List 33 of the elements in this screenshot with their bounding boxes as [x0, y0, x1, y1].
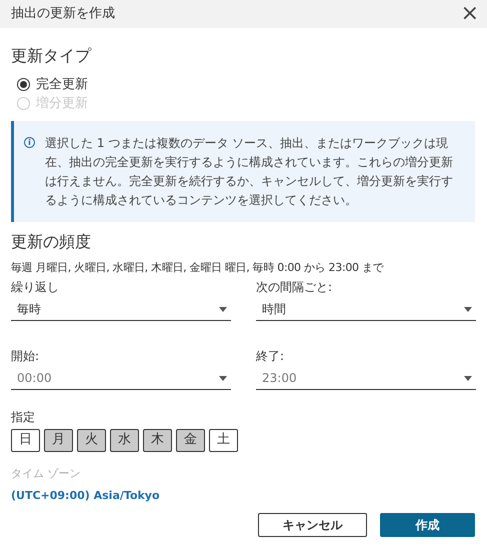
field-label: 次の間隔ごと: [256, 278, 334, 294]
close-button[interactable]: × [458, 3, 481, 25]
radio-option[interactable]: 完全更新 [17, 76, 476, 93]
day-toggle[interactable]: 木 [143, 428, 172, 452]
info-icon: i [24, 137, 35, 148]
day-toggle[interactable]: 水 [110, 428, 139, 452]
field-label: 繰り返し [11, 278, 60, 294]
dropdown[interactable]: 00:00 [11, 368, 231, 390]
radio-option: 増分更新 [17, 95, 476, 112]
day-toggle[interactable]: 土 [209, 428, 238, 452]
field-label: 指定 [11, 408, 36, 426]
dropdown[interactable]: 23:00 [256, 368, 476, 390]
field-label: 開始: [11, 348, 40, 362]
schedule-summary: 毎週 月曜日, 火曜日, 水曜日, 木曜日, 金曜日 曜日, 毎時 0:00 から 23:00 まで [11, 260, 385, 276]
caret-icon [219, 306, 227, 312]
dropdown[interactable]: 時間 [256, 298, 476, 320]
field-label: タイム ゾーン [11, 466, 82, 482]
caret-icon [219, 376, 227, 380]
day-toggle[interactable]: 月 [44, 428, 73, 452]
day-toggle[interactable]: 火 [77, 428, 106, 452]
info-message: 選択した 1 つまたは複数のデータ ソース、抽出、またはワークブックは現在、抽出の完全更新を実行するように構成されています。これらの増分更新は行えません。完全更新を続行するか、キャンセルして、増分更新を実行するように構成されているコンテンツを選択してください。 [45, 135, 454, 209]
section-heading: 更新タイプ [11, 45, 92, 67]
day-toggle[interactable]: 日 [11, 428, 40, 452]
timezone-value: (UTC+09:00) Asia/Tokyo [11, 488, 161, 504]
section-heading: 更新の頻度 [11, 231, 92, 253]
window-title: 抽出の更新を作成 [11, 5, 115, 24]
create-button[interactable]: 作成 [380, 512, 475, 536]
caret-icon [464, 376, 472, 380]
day-toggle[interactable]: 金 [176, 428, 205, 452]
caret-icon [464, 306, 472, 312]
dropdown[interactable]: 毎時 [11, 298, 231, 320]
field-label: 終了: [256, 348, 286, 362]
cancel-button[interactable]: キャンセル [258, 512, 367, 536]
